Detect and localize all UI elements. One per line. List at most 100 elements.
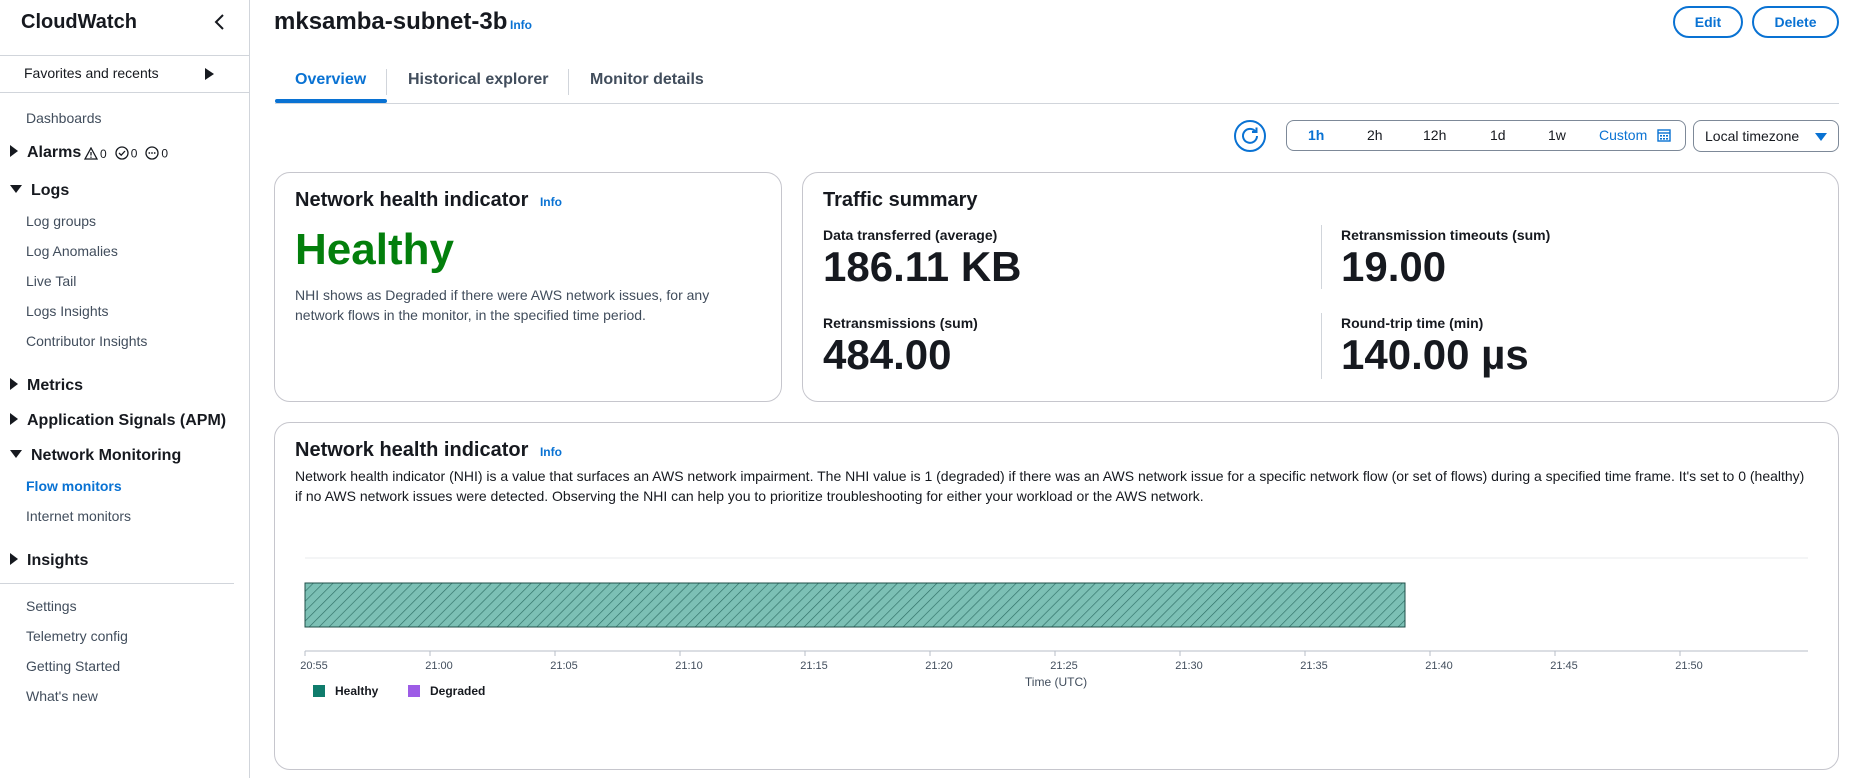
x-tick-label: 21:40 xyxy=(1425,660,1453,672)
ellipsis-circle-icon xyxy=(145,146,160,163)
legend-swatch-healthy xyxy=(313,685,325,697)
collapse-sidebar-icon[interactable] xyxy=(210,12,230,32)
x-tick-label: 21:25 xyxy=(1050,660,1078,672)
delete-button[interactable]: Delete xyxy=(1752,6,1839,38)
tab-divider xyxy=(386,69,387,95)
legend-label-degraded: Degraded xyxy=(430,684,485,698)
sidebar-item-getting-started[interactable]: Getting Started xyxy=(26,658,120,674)
sidebar-item-log-anomalies[interactable]: Log Anomalies xyxy=(26,243,118,259)
metric-label-retransmission-timeouts: Retransmission timeouts (sum) xyxy=(1341,227,1551,243)
sidebar-section-alarms[interactable]: Alarms xyxy=(10,144,81,162)
sidebar-item-logs-insights[interactable]: Logs Insights xyxy=(26,303,109,319)
sidebar-item-log-groups[interactable]: Log groups xyxy=(26,213,96,229)
alarm-count-value: 0 xyxy=(130,146,138,161)
caret-right-icon xyxy=(10,412,18,425)
x-tick-label: 21:15 xyxy=(800,660,828,672)
x-tick-label: 21:00 xyxy=(425,660,453,672)
tab-monitor-details[interactable]: Monitor details xyxy=(590,71,704,89)
timezone-select[interactable]: Local timezone xyxy=(1693,120,1839,152)
x-tick-label: 21:45 xyxy=(1550,660,1578,672)
caret-right-icon xyxy=(10,377,18,390)
nhi-chart-card: Network health indicator Info Network he… xyxy=(274,422,1839,770)
tab-divider xyxy=(568,69,569,95)
sidebar-item-flow-monitors[interactable]: Flow monitors xyxy=(26,478,122,494)
active-tab-indicator xyxy=(275,99,387,103)
nhi-description: NHI shows as Degraded if there were AWS … xyxy=(295,287,710,323)
sidebar-section-network-monitoring[interactable]: Network Monitoring xyxy=(10,447,181,465)
x-tick-label: 21:20 xyxy=(925,660,953,672)
caret-right-icon xyxy=(10,552,18,565)
expand-triangle-icon xyxy=(205,68,214,80)
edit-button[interactable]: Edit xyxy=(1673,6,1743,38)
metric-value-data-transferred: 186.11 KB xyxy=(823,243,1022,290)
title-info-link[interactable]: Info xyxy=(510,18,532,32)
range-option-1w[interactable]: 1w xyxy=(1548,127,1566,143)
caret-down-icon xyxy=(10,449,22,458)
x-tick-label: 20:55 xyxy=(300,660,328,672)
alarm-in-alarm-count[interactable]: 0 xyxy=(83,146,107,163)
sidebar-item-internet-monitors[interactable]: Internet monitors xyxy=(26,508,131,524)
metric-value-retransmissions: 484.00 xyxy=(823,331,952,378)
metric-value-retransmission-timeouts: 19.00 xyxy=(1341,243,1447,290)
favorites-label: Favorites and recents xyxy=(24,65,159,81)
metric-value-round-trip-time: 140.00 µs xyxy=(1341,331,1529,378)
alarm-insufficient-count[interactable]: 0 xyxy=(145,146,168,163)
sidebar-section-application-signals[interactable]: Application Signals (APM) xyxy=(10,412,226,430)
sidebar-item-live-tail[interactable]: Live Tail xyxy=(26,273,76,289)
metric-label-data-transferred: Data transferred (average) xyxy=(823,227,998,243)
tab-bar: Overview Historical explorer Monitor det… xyxy=(275,64,1839,104)
nhi-card: Network health indicator Info Healthy NH… xyxy=(274,172,782,402)
caret-right-icon xyxy=(10,144,18,157)
favorites-and-recents[interactable]: Favorites and recents xyxy=(0,55,249,93)
sidebar-section-label: Alarms xyxy=(27,144,82,161)
alarm-ok-count[interactable]: 0 xyxy=(115,146,138,163)
range-option-12h[interactable]: 12h xyxy=(1423,127,1446,143)
nhi-card-title-text: Network health indicator xyxy=(295,189,529,211)
nhi-timeline-chart: 20:55 21:00 21:05 21:10 21:15 21:20 21:25 21:30… xyxy=(300,557,1808,698)
refresh-button[interactable] xyxy=(1234,120,1266,152)
x-tick-label: 21:35 xyxy=(1300,660,1328,672)
sidebar-title: CloudWatch xyxy=(21,11,137,33)
sidebar-item-whats-new[interactable]: What's new xyxy=(26,688,98,704)
sidebar-item-contributor-insights[interactable]: Contributor Insights xyxy=(26,333,147,349)
sidebar-section-logs[interactable]: Logs xyxy=(10,182,69,200)
sidebar-header: CloudWatch xyxy=(0,0,249,46)
caret-down-icon xyxy=(10,184,22,193)
x-tick-label: 21:05 xyxy=(550,660,578,672)
nhi-card-title: Network health indicator Info xyxy=(295,189,562,212)
range-option-2h[interactable]: 2h xyxy=(1367,127,1383,143)
tab-historical-explorer[interactable]: Historical explorer xyxy=(408,71,549,89)
metric-divider xyxy=(1321,313,1322,379)
sidebar-item-settings[interactable]: Settings xyxy=(26,598,77,614)
sidebar-section-label: Metrics xyxy=(27,377,84,394)
sidebar-section-label: Network Monitoring xyxy=(31,447,182,464)
x-tick-label: 21:50 xyxy=(1675,660,1703,672)
legend-item-healthy[interactable]: Healthy xyxy=(313,684,379,698)
chart-legend: Healthy Degraded xyxy=(313,684,485,698)
sidebar-item-telemetry-config[interactable]: Telemetry config xyxy=(26,628,128,644)
legend-label-healthy: Healthy xyxy=(335,684,379,698)
legend-item-degraded[interactable]: Degraded xyxy=(408,684,485,698)
refresh-icon xyxy=(1242,127,1258,144)
nhi-bar-healthy[interactable] xyxy=(304,582,1406,628)
check-circle-icon xyxy=(115,146,129,163)
x-tick-label: 21:30 xyxy=(1175,660,1203,672)
sidebar-section-label: Application Signals (APM) xyxy=(27,412,227,429)
tab-overview[interactable]: Overview xyxy=(295,71,366,89)
calendar-icon[interactable] xyxy=(1657,128,1671,147)
legend-swatch-degraded xyxy=(408,685,420,697)
timezone-value: Local timezone xyxy=(1705,128,1800,144)
sidebar-divider xyxy=(0,583,234,584)
sidebar-section-insights[interactable]: Insights xyxy=(10,552,88,570)
metric-divider xyxy=(1321,225,1322,289)
warning-icon xyxy=(83,146,99,163)
traffic-summary-card: Traffic summary Data transferred (averag… xyxy=(802,172,1839,402)
range-option-custom[interactable]: Custom xyxy=(1599,127,1647,143)
range-option-1h[interactable]: 1h xyxy=(1308,127,1324,143)
range-option-1d[interactable]: 1d xyxy=(1490,127,1506,143)
sidebar-section-metrics[interactable]: Metrics xyxy=(10,377,83,395)
page-title: mksamba-subnet-3b xyxy=(274,8,508,35)
sidebar-item-dashboards[interactable]: Dashboards xyxy=(26,110,102,126)
nhi-info-link[interactable]: Info xyxy=(540,195,562,209)
metric-label-retransmissions: Retransmissions (sum) xyxy=(823,315,978,331)
